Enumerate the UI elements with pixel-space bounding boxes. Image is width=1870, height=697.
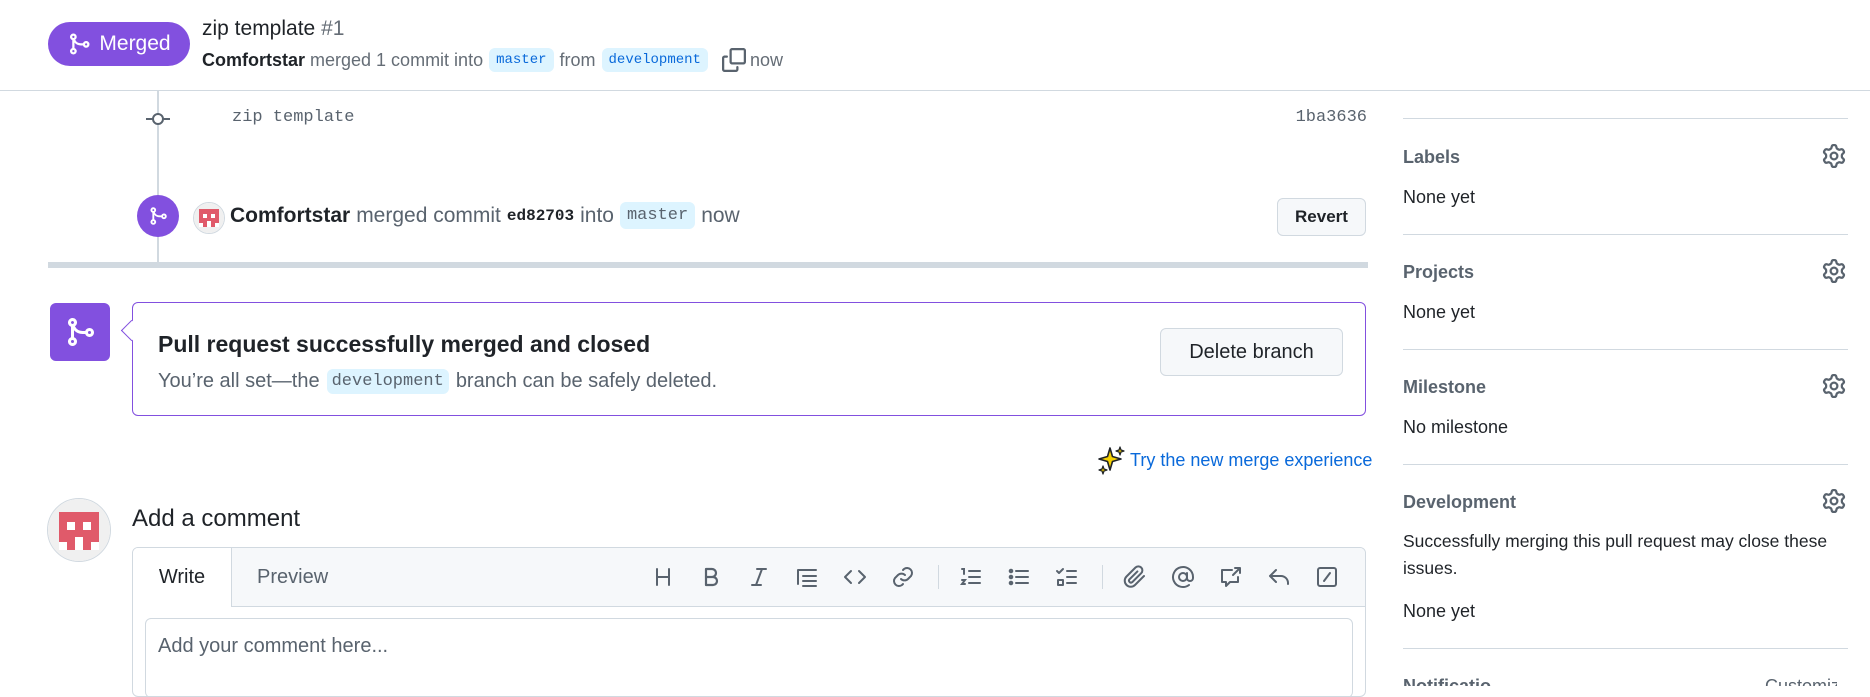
development-description: Successfully merging this pull request m… — [1403, 531, 1828, 578]
comment-editor: Write Preview Add your comment here... — [132, 547, 1366, 697]
timeline-separator — [48, 262, 1368, 268]
notifications-heading: Notifications — [1403, 676, 1491, 686]
link-icon[interactable] — [891, 565, 915, 589]
identicon-icon — [194, 203, 224, 233]
development-value: None yet — [1403, 601, 1476, 621]
merged-status-badge: Merged — [48, 22, 190, 66]
merge-status-badge — [50, 303, 110, 361]
sidebar-divider — [1403, 464, 1848, 465]
reply-icon[interactable] — [1267, 565, 1291, 589]
projects-value: None yet — [1403, 302, 1476, 322]
ordered-list-icon[interactable] — [959, 565, 983, 589]
revert-button[interactable]: Revert — [1277, 198, 1366, 236]
commit-sha[interactable]: 1ba3636 — [1296, 108, 1367, 127]
author-link[interactable]: Comfortstar — [202, 50, 305, 71]
attach-icon[interactable] — [1123, 565, 1147, 589]
toolbar-divider — [938, 565, 939, 589]
head-branch-label[interactable]: development — [601, 48, 708, 72]
toolbar-divider — [1102, 565, 1103, 589]
git-merge-icon — [70, 33, 90, 55]
gear-icon[interactable] — [1822, 259, 1846, 283]
git-merge-icon — [68, 318, 95, 346]
merge-event-text: Comfortstar merged commit ed82703 into m… — [230, 202, 740, 229]
avatar[interactable] — [193, 202, 225, 234]
tab-write[interactable]: Write — [133, 548, 232, 607]
merge-status-description: You’re all set—the development branch ca… — [158, 369, 717, 394]
gear-icon[interactable] — [1822, 489, 1846, 513]
merge-desc-after: branch can be safely deleted. — [455, 370, 718, 392]
customize-link[interactable]: Customize — [1765, 676, 1837, 686]
sidebar-divider — [1403, 234, 1848, 235]
pr-title: zip template #1 — [202, 17, 344, 41]
sidebar-divider — [1403, 349, 1848, 350]
git-commit-icon — [146, 113, 170, 125]
into-text: into — [580, 203, 614, 227]
heading-icon[interactable] — [651, 565, 675, 589]
pr-title-text: zip template — [202, 17, 316, 40]
merge-commit-sha[interactable]: ed82703 — [507, 207, 574, 225]
sidebar-divider — [1403, 118, 1848, 119]
labels-value: None yet — [1403, 187, 1476, 207]
merge-desc-before: You’re all set—the — [158, 370, 320, 392]
merged-badge-label: Merged — [99, 32, 171, 55]
italic-icon[interactable] — [747, 565, 771, 589]
sidebar-divider — [1403, 648, 1848, 649]
copy-icon[interactable] — [721, 48, 746, 72]
cross-reference-icon[interactable] — [1219, 565, 1243, 589]
deletable-branch-label: development — [326, 369, 449, 394]
merge-event-branch[interactable]: master — [619, 202, 696, 229]
task-list-icon[interactable] — [1055, 565, 1079, 589]
sparkle-icon — [1098, 446, 1125, 475]
milestone-value: No milestone — [1403, 417, 1509, 437]
commit-message[interactable]: zip template — [232, 108, 354, 127]
gear-icon[interactable] — [1822, 374, 1846, 398]
add-comment-heading: Add a comment — [132, 505, 301, 532]
user-avatar[interactable] — [47, 498, 111, 562]
merge-event-time[interactable]: now — [701, 204, 740, 228]
merged-text: merged 1 commit into — [310, 49, 484, 70]
gear-icon[interactable] — [1822, 144, 1846, 168]
tab-preview[interactable]: Preview — [257, 548, 328, 606]
merge-status-title: Pull request successfully merged and clo… — [158, 331, 651, 357]
pr-meta: Comfortstar merged 1 commit into master … — [202, 48, 783, 72]
merge-time[interactable]: now — [750, 50, 783, 71]
from-text: from — [559, 49, 596, 70]
merge-status-box: Pull request successfully merged and clo… — [132, 302, 1366, 416]
development-heading[interactable]: Development — [1403, 492, 1516, 513]
projects-heading[interactable]: Projects — [1403, 262, 1474, 283]
unordered-list-icon[interactable] — [1007, 565, 1031, 589]
sticky-header: Merged zip template #1 Comfortstar merge… — [0, 0, 1870, 91]
quote-icon[interactable] — [795, 565, 819, 589]
git-merge-icon — [150, 207, 167, 225]
code-icon[interactable] — [843, 565, 867, 589]
merge-event-badge — [137, 195, 179, 237]
delete-branch-button[interactable]: Delete branch — [1160, 328, 1343, 376]
base-branch-label[interactable]: master — [489, 48, 554, 72]
merge-event-action: merged commit — [356, 203, 501, 227]
try-merge-experience-link[interactable]: Try the new merge experience — [1096, 445, 1372, 475]
milestone-heading[interactable]: Milestone — [1403, 377, 1486, 398]
identicon-icon — [48, 499, 110, 561]
comment-textarea[interactable]: Add your comment here... — [145, 618, 1353, 696]
merge-event-author[interactable]: Comfortstar — [230, 204, 350, 228]
try-link-text[interactable]: Try the new merge experience — [1130, 450, 1372, 471]
bold-icon[interactable] — [699, 565, 723, 589]
pr-number: #1 — [321, 17, 345, 40]
slash-commands-icon[interactable] — [1315, 565, 1339, 589]
labels-heading[interactable]: Labels — [1403, 147, 1460, 168]
mention-icon[interactable] — [1171, 565, 1195, 589]
